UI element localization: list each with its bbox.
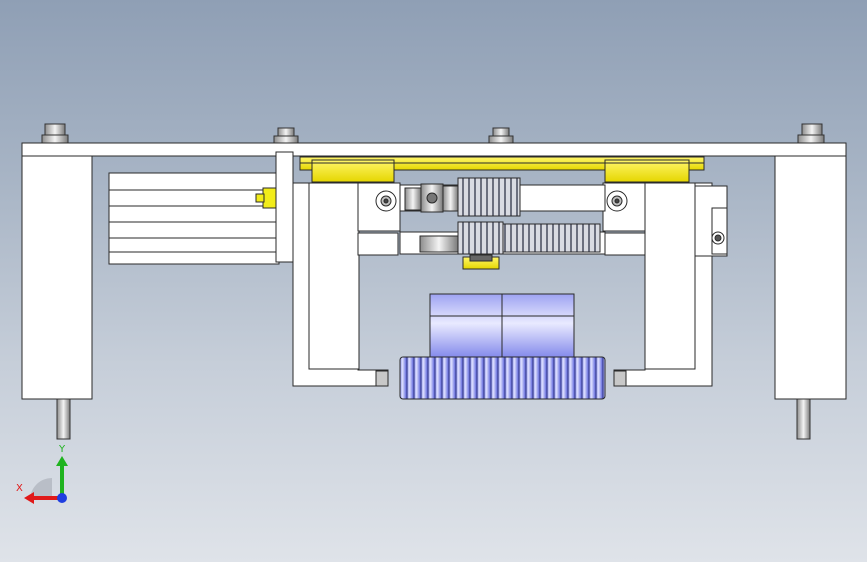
top-mounting-plate bbox=[21, 142, 847, 157]
bolt-head bbox=[44, 123, 66, 137]
bolt-head bbox=[801, 123, 823, 137]
air-cylinder bbox=[108, 172, 294, 265]
timing-pulley-gear bbox=[399, 356, 606, 400]
right-guide-pin bbox=[796, 398, 811, 440]
pulley-hub bbox=[429, 293, 575, 360]
left-guide-pin bbox=[56, 398, 71, 440]
bolt-neck bbox=[273, 135, 299, 144]
triad-graphic bbox=[24, 456, 68, 504]
right-column-block bbox=[774, 155, 847, 400]
left-column-block bbox=[21, 155, 93, 400]
x-axis-label: X bbox=[16, 483, 23, 494]
graphics-viewport[interactable]: X Y bbox=[0, 0, 867, 562]
right-gripper-finger bbox=[602, 182, 728, 387]
bolt-neck bbox=[41, 134, 69, 144]
left-gripper-finger bbox=[292, 182, 401, 387]
y-axis-label: Y bbox=[59, 444, 66, 455]
assembly-model-front-view[interactable] bbox=[0, 0, 867, 562]
top-bolts bbox=[41, 123, 825, 144]
z-axis-dot bbox=[57, 493, 67, 503]
bolt-neck bbox=[797, 134, 825, 144]
cylinder-mount-plate bbox=[275, 151, 294, 263]
bolt-neck bbox=[488, 135, 514, 144]
view-orientation-triad: X Y bbox=[10, 444, 80, 510]
center-linkage bbox=[399, 177, 606, 270]
